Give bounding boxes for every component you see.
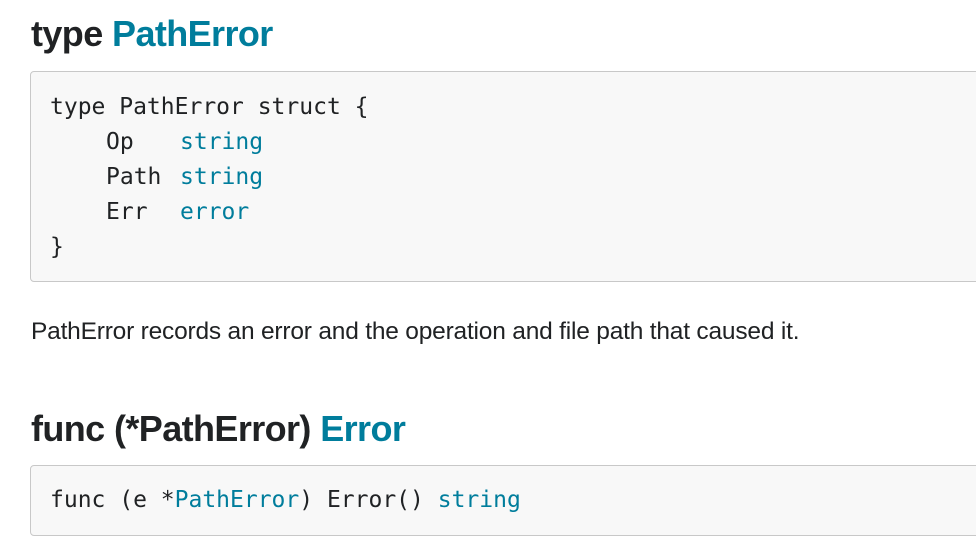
field-type-link[interactable]: error <box>180 199 249 225</box>
struct-field-row: Path string <box>50 160 976 195</box>
struct-code-block: type PathError struct { Op string Path strin… <box>30 71 976 282</box>
code-line-decl: type PathError struct { <box>50 94 369 120</box>
struct-field-row: Op string <box>50 125 976 160</box>
method-heading: func (*PathError) Error <box>31 408 406 449</box>
method-name-link[interactable]: Error <box>320 408 406 449</box>
method-heading-signature: func (*PathError) <box>31 408 311 449</box>
return-type-link[interactable]: string <box>438 487 521 513</box>
field-name: Err <box>106 199 148 225</box>
type-name-link[interactable]: PathError <box>112 13 273 54</box>
field-name: Op <box>106 129 134 155</box>
type-heading: type PathError <box>31 14 273 54</box>
heading-keyword: type <box>31 13 103 54</box>
method-signature-line: func (e *PathError) Error() string <box>50 483 976 518</box>
signature-middle: ) Error() <box>299 487 438 513</box>
method-code-block: func (e *PathError) Error() string <box>30 465 976 536</box>
struct-field-row: Err error <box>50 195 976 230</box>
field-type-link[interactable]: string <box>180 129 263 155</box>
receiver-type-link[interactable]: PathError <box>175 487 300 513</box>
type-description: PathError records an error and the opera… <box>31 318 800 345</box>
field-type-link[interactable]: string <box>180 164 263 190</box>
signature-prefix: func (e * <box>50 487 175 513</box>
field-name: Path <box>106 164 162 190</box>
code-line-close: } <box>50 234 64 260</box>
